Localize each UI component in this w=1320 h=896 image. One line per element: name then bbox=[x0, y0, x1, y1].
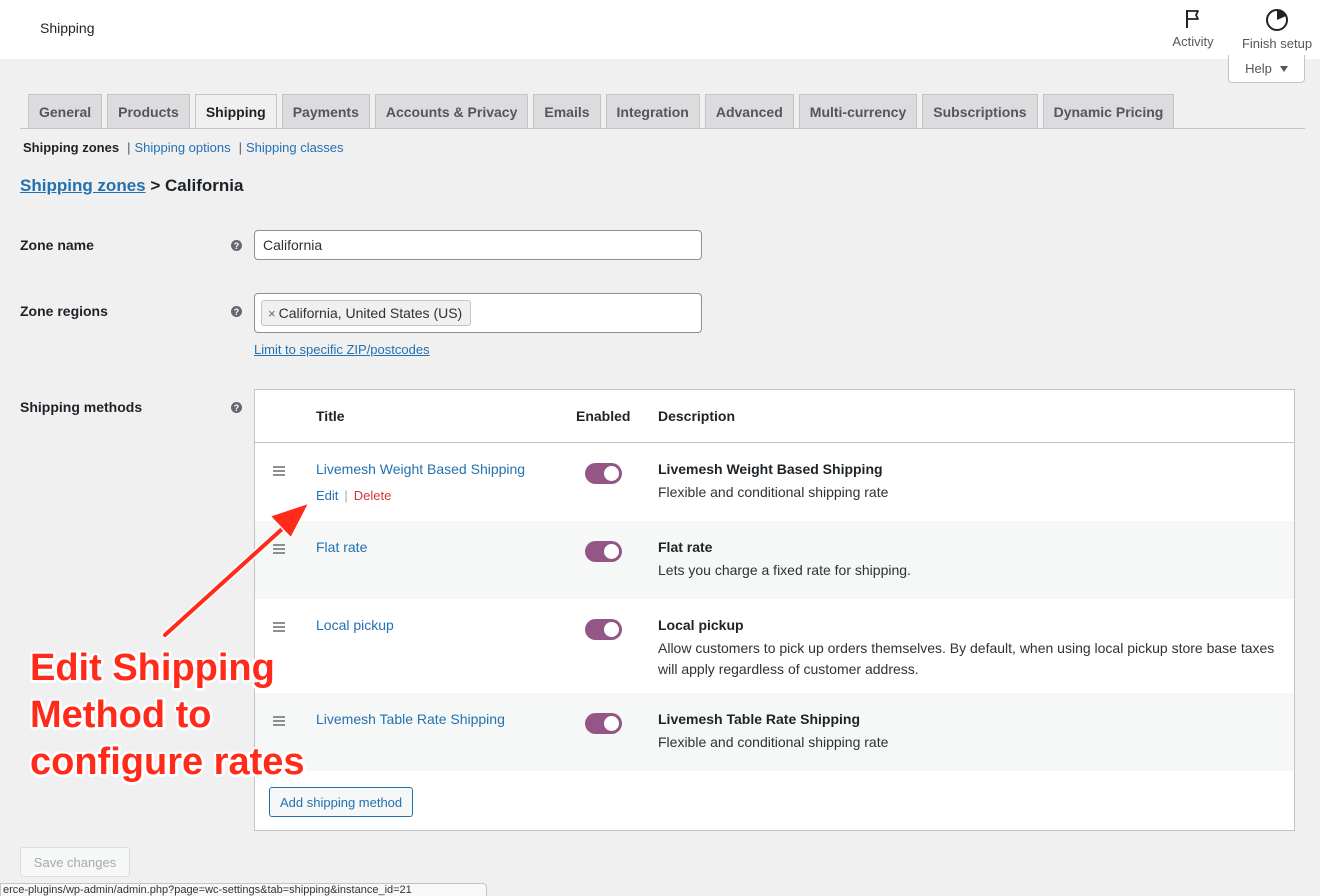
annotation-callout: Edit Shipping Method to configure rates bbox=[30, 645, 305, 786]
annotation-line: Method to bbox=[30, 694, 212, 736]
annotation-line: configure rates bbox=[30, 741, 305, 783]
annotation-line: Edit Shipping bbox=[30, 647, 275, 689]
